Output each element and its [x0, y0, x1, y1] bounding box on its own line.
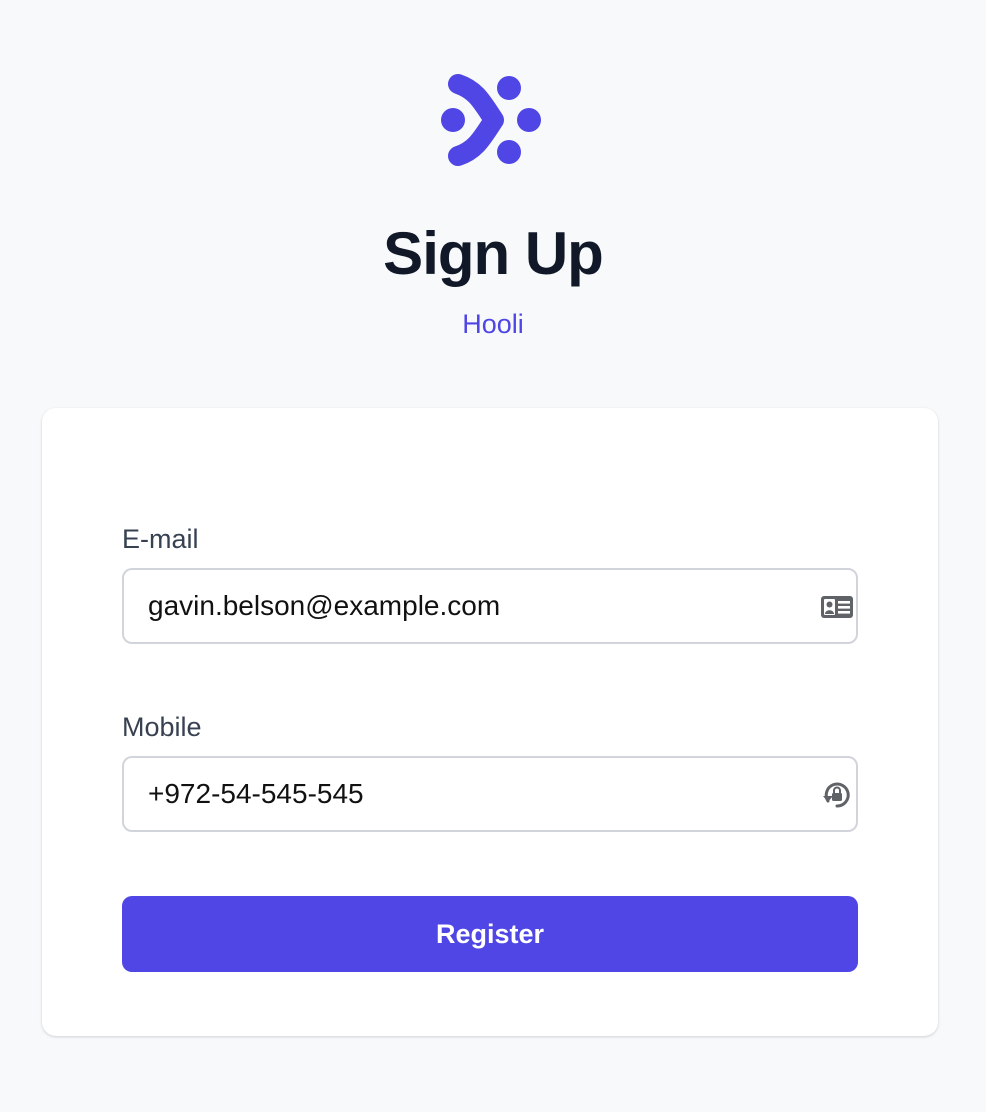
password-manager-icon[interactable] [820, 780, 854, 810]
mobile-field-container [122, 756, 858, 832]
network-nodes-logo-icon [441, 74, 541, 166]
page-title: Sign Up [383, 220, 604, 287]
contact-card-icon[interactable] [820, 592, 854, 622]
mobile-label: Mobile [122, 712, 202, 742]
organization-link[interactable]: Hooli [0, 307, 986, 341]
mobile-field[interactable] [124, 758, 804, 830]
register-button[interactable]: Register [122, 896, 858, 972]
email-field-container [122, 568, 858, 644]
email-label: E-mail [122, 524, 199, 554]
app-logo [436, 70, 546, 170]
signup-card: E-mail Mobile Register [42, 408, 938, 1036]
email-field[interactable] [124, 570, 804, 642]
